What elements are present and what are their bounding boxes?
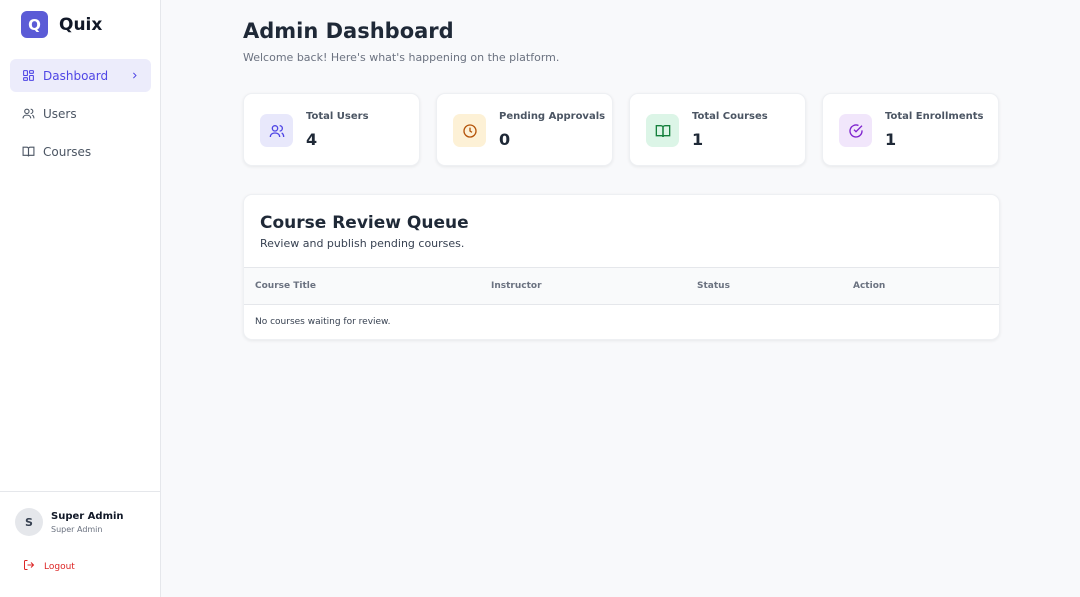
sidebar-nav: Dashboard Users Courses: [10, 59, 151, 173]
stat-card-pending-approvals: Pending Approvals 0: [436, 93, 613, 166]
chevron-right-icon: [130, 71, 140, 81]
column-header-action: Action: [853, 281, 886, 291]
sidebar-item-users[interactable]: Users: [10, 97, 151, 130]
sidebar: Q Quix Dashboard Users Courses S Super A…: [0, 0, 161, 597]
main-content: Admin Dashboard Welcome back! Here's wha…: [161, 0, 1080, 597]
grid-icon: [21, 69, 35, 83]
column-header-course-title: Course Title: [255, 281, 316, 291]
book-open-icon: [646, 114, 679, 147]
stat-label: Total Courses: [692, 111, 768, 122]
stat-label: Total Enrollments: [885, 111, 984, 122]
brand-logo: Q: [21, 11, 48, 38]
user-info: Super Admin Super Admin: [51, 511, 124, 534]
stats-row: Total Users 4 Pending Approvals 0 Total …: [243, 93, 999, 166]
logout-label: Logout: [44, 561, 75, 572]
column-header-status: Status: [697, 281, 730, 291]
stat-label: Pending Approvals: [499, 111, 606, 122]
stat-card-total-courses: Total Courses 1: [629, 93, 806, 166]
course-review-queue: Course Review Queue Review and publish p…: [243, 194, 1000, 340]
queue-title: Course Review Queue: [260, 213, 469, 233]
sidebar-item-dashboard[interactable]: Dashboard: [10, 59, 151, 92]
stat-value: 1: [885, 130, 897, 149]
user-profile[interactable]: S Super Admin Super Admin: [15, 508, 124, 536]
empty-state-message: No courses waiting for review.: [255, 317, 391, 327]
users-icon: [260, 114, 293, 147]
book-icon: [21, 145, 35, 159]
logout-icon: [23, 559, 35, 574]
sidebar-footer: S Super Admin Super Admin Logout: [0, 491, 160, 597]
stat-card-total-enrollments: Total Enrollments 1: [822, 93, 999, 166]
sidebar-item-label: Dashboard: [43, 68, 109, 83]
stat-card-total-users: Total Users 4: [243, 93, 420, 166]
page-title: Admin Dashboard: [243, 19, 454, 43]
sidebar-item-label: Users: [43, 106, 77, 121]
sidebar-item-courses[interactable]: Courses: [10, 135, 151, 168]
avatar: S: [15, 508, 43, 536]
user-name: Super Admin: [51, 510, 124, 522]
brand-name: Quix: [59, 14, 103, 35]
logout-button[interactable]: Logout: [23, 559, 75, 574]
stat-label: Total Users: [306, 111, 369, 122]
stat-value: 0: [499, 130, 511, 149]
table-header: Course Title Instructor Status Action: [244, 267, 999, 305]
stat-value: 4: [306, 130, 318, 149]
brand[interactable]: Q Quix: [21, 11, 102, 38]
check-circle-icon: [839, 114, 872, 147]
column-header-instructor: Instructor: [491, 281, 542, 291]
stat-value: 1: [692, 130, 704, 149]
page-subtitle: Welcome back! Here's what's happening on…: [243, 51, 560, 64]
user-role: Super Admin: [51, 524, 103, 534]
users-icon: [21, 107, 35, 121]
clock-icon: [453, 114, 486, 147]
sidebar-item-label: Courses: [43, 144, 92, 159]
queue-subtitle: Review and publish pending courses.: [260, 237, 465, 250]
